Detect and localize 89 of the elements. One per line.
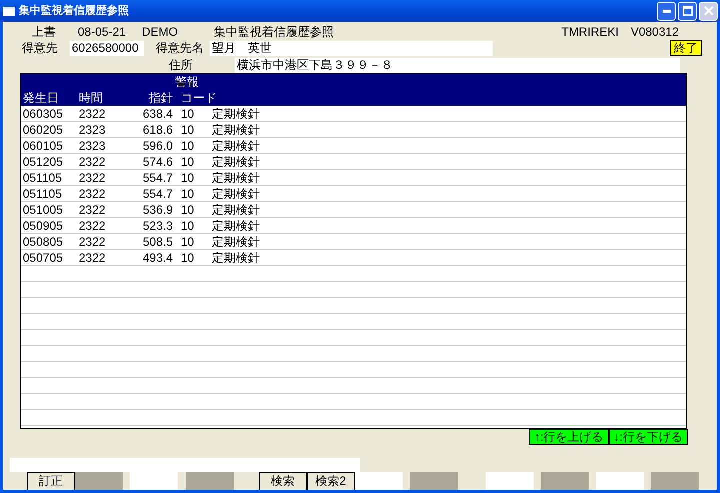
function-key-slot bbox=[486, 472, 534, 490]
maximize-button[interactable] bbox=[678, 2, 697, 20]
function-key-slot bbox=[651, 472, 699, 490]
date-text: 08-05-21 bbox=[78, 25, 126, 39]
field-label: 得意先名 bbox=[156, 41, 204, 55]
table-cell-text: 定期検針 bbox=[211, 234, 260, 248]
table-cell-text: 536.9 bbox=[142, 202, 173, 216]
table-cell-text: 10 bbox=[180, 138, 196, 152]
column-header: 指針 bbox=[148, 91, 173, 105]
table-cell-text: 060305 bbox=[22, 106, 64, 120]
field-label: 住所 bbox=[169, 58, 193, 72]
function-key-slot bbox=[541, 472, 589, 490]
function-key-slot bbox=[130, 472, 178, 490]
table-cell-text: 060205 bbox=[22, 122, 64, 136]
function-key[interactable]: 訂正 bbox=[27, 472, 75, 490]
mode-label: 上書 bbox=[32, 25, 56, 39]
screen-title: 集中監視着信履歴参照 bbox=[214, 25, 334, 39]
table-cell-text: 596.0 bbox=[142, 138, 173, 152]
table-cell-text: 10 bbox=[180, 250, 196, 264]
table-cell-text: 554.7 bbox=[142, 186, 173, 200]
window-icon bbox=[3, 6, 15, 16]
field-label: 得意先 bbox=[22, 41, 58, 55]
table-cell-text: 定期検針 bbox=[211, 202, 260, 216]
table-cell-text: 2322 bbox=[78, 202, 107, 216]
table-cell-text: 2322 bbox=[78, 106, 107, 120]
table-cell-text: 574.6 bbox=[142, 154, 173, 168]
table-cell-text: 10 bbox=[180, 202, 196, 216]
table-cell-text: 638.4 bbox=[142, 106, 173, 120]
table-cell-text: 10 bbox=[180, 122, 196, 136]
close-icon bbox=[704, 6, 714, 16]
column-header: 発生日 bbox=[23, 91, 60, 105]
table-cell-text: 10 bbox=[180, 186, 196, 200]
table-cell-text: 523.3 bbox=[142, 218, 173, 232]
customer-code-field[interactable]: 6026580000 bbox=[70, 40, 144, 56]
table-cell-text: 10 bbox=[180, 106, 196, 120]
table-cell-text: 493.4 bbox=[142, 250, 173, 264]
table-cell-text: 10 bbox=[180, 218, 196, 232]
table-cell-text: 060105 bbox=[22, 138, 64, 152]
customer-name-field[interactable]: 望月 英世 bbox=[210, 40, 493, 56]
table-cell-text: 050705 bbox=[22, 250, 64, 264]
program-id: TMRIREKI bbox=[562, 25, 619, 39]
table-cell-text: 050905 bbox=[22, 218, 64, 232]
scroll-up-button[interactable]: ↑:行を上げる bbox=[529, 429, 609, 445]
table-cell-text: 定期検針 bbox=[211, 138, 260, 152]
table-cell-text: 定期検針 bbox=[211, 170, 260, 184]
table-cell-text: 508.5 bbox=[142, 234, 173, 248]
table-cell-text: 定期検針 bbox=[211, 250, 260, 264]
table-cell-text: 2322 bbox=[78, 170, 107, 184]
column-header: 警報 bbox=[175, 75, 200, 89]
table-cell-text: 618.6 bbox=[142, 122, 173, 136]
table-cell-text: 051105 bbox=[22, 170, 64, 184]
table-cell-text: 10 bbox=[180, 170, 196, 184]
table-cell-text: 10 bbox=[180, 154, 196, 168]
function-key-slot bbox=[596, 472, 644, 490]
table-cell-text: 2322 bbox=[78, 186, 107, 200]
exit-button[interactable]: 終了 bbox=[670, 40, 702, 56]
function-key[interactable]: 検索 bbox=[259, 472, 307, 490]
table-cell-text: 051205 bbox=[22, 154, 64, 168]
table-cell-text: 554.7 bbox=[142, 170, 173, 184]
table-cell-text: 定期検針 bbox=[211, 218, 260, 232]
function-key-slot bbox=[410, 472, 458, 490]
table-cell-text: 定期検針 bbox=[211, 106, 260, 120]
function-key[interactable]: 検索2 bbox=[307, 472, 355, 490]
function-key-slot bbox=[186, 472, 234, 490]
table-cell-text: 051005 bbox=[22, 202, 64, 216]
table-cell-text: 定期検針 bbox=[211, 154, 260, 168]
window-title: 集中監視着信履歴参照 bbox=[19, 4, 130, 18]
function-key-slot bbox=[355, 472, 403, 490]
table-cell-text: 2323 bbox=[78, 138, 107, 152]
user-text: DEMO bbox=[142, 25, 178, 39]
maximize-icon bbox=[682, 6, 692, 16]
scroll-down-button[interactable]: ↓:行を下げる bbox=[608, 429, 688, 445]
column-header: コード bbox=[181, 91, 217, 105]
column-header: 時間 bbox=[79, 91, 104, 105]
table-cell-text: 050805 bbox=[22, 234, 64, 248]
table-cell-text: 2323 bbox=[78, 122, 107, 136]
table-cell-text: 定期検針 bbox=[211, 122, 260, 136]
address-field[interactable]: 横浜市中港区下島３９９－８ bbox=[235, 58, 680, 72]
version-text: V080312 bbox=[630, 25, 679, 39]
table-cell-text: 2322 bbox=[78, 234, 107, 248]
table-cell-text: 2322 bbox=[78, 218, 107, 232]
table-cell-text: 2322 bbox=[78, 250, 107, 264]
minimize-icon bbox=[662, 10, 670, 12]
minimize-button[interactable] bbox=[657, 2, 676, 20]
table-cell-text: 051105 bbox=[22, 186, 64, 200]
table-cell-text: 定期検針 bbox=[211, 186, 260, 200]
table-cell-text: 10 bbox=[180, 234, 196, 248]
table-cell-text: 2322 bbox=[78, 154, 107, 168]
function-key-slot bbox=[75, 472, 123, 490]
